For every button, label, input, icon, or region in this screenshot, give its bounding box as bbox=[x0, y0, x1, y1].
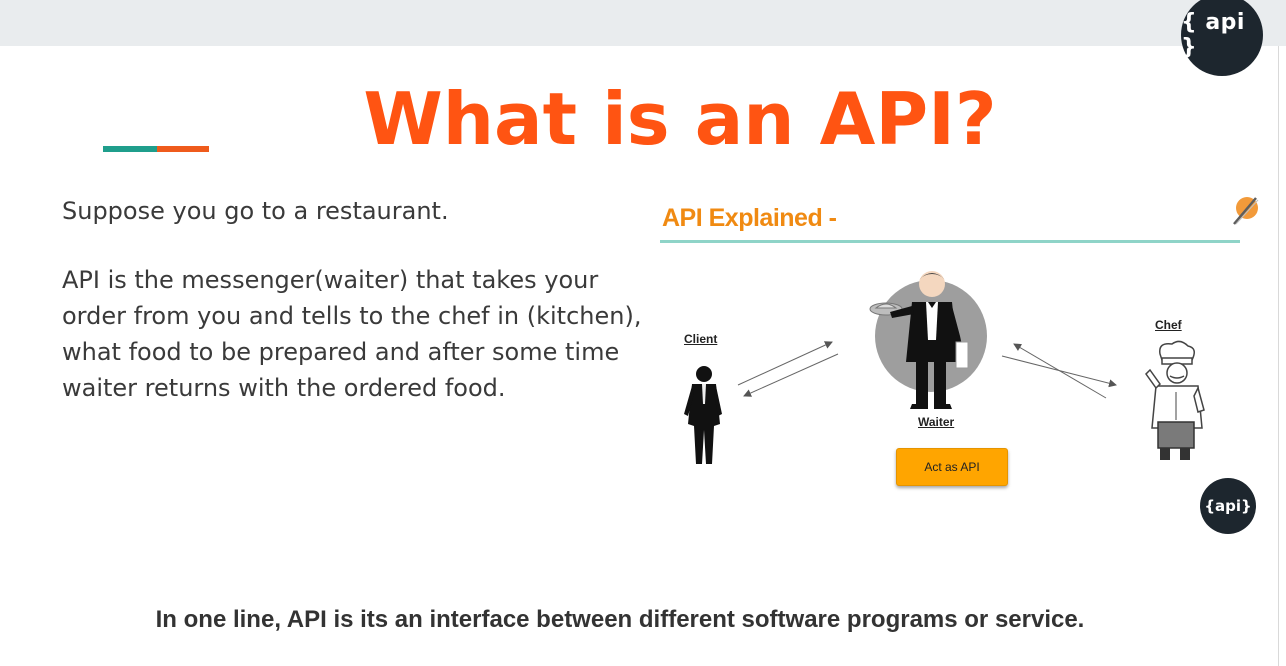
slide-title: What is an API? bbox=[363, 77, 997, 161]
waiter-figure bbox=[869, 271, 987, 409]
accent-line-orange bbox=[157, 146, 209, 152]
divider bbox=[1278, 46, 1279, 666]
explanation-text: API is the messenger(waiter) that takes … bbox=[62, 266, 642, 402]
chef-label: Chef bbox=[1155, 318, 1182, 332]
chef-figure bbox=[1145, 340, 1205, 460]
act-as-api-button: Act as API bbox=[896, 448, 1008, 486]
api-logo: { api } bbox=[1181, 0, 1263, 76]
top-bar bbox=[0, 0, 1286, 46]
client-figure bbox=[684, 366, 722, 464]
api-logo-small: {api} bbox=[1200, 478, 1256, 534]
waiter-label: Waiter bbox=[918, 415, 955, 429]
accent-line-teal bbox=[103, 146, 157, 152]
client-label: Client bbox=[684, 332, 718, 346]
api-diagram: API Explained - Client Chef Waiter Act a… bbox=[656, 188, 1266, 534]
slide-page: { api } What is an API? Suppose you go t… bbox=[0, 0, 1286, 666]
arrow-chef-to-waiter bbox=[1013, 343, 1107, 399]
intro-text: Suppose you go to a restaurant. bbox=[62, 197, 449, 225]
summary-text: In one line, API is its an interface bet… bbox=[155, 606, 1085, 633]
